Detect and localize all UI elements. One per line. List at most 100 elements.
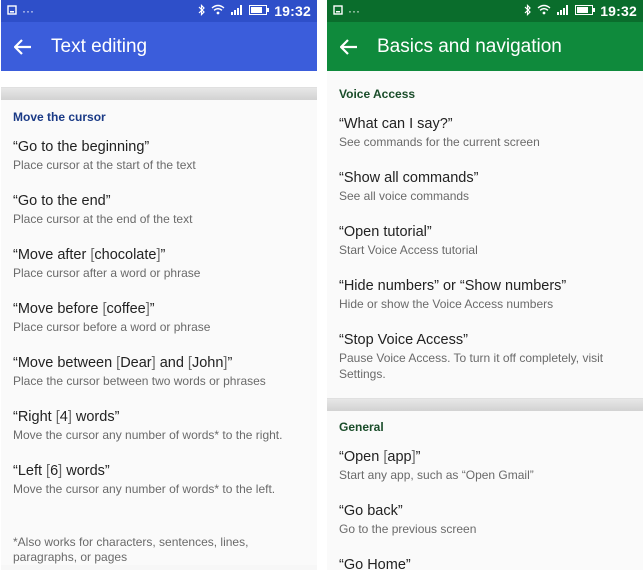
command-text: “Left [6] words” [13,462,305,480]
page-title: Basics and navigation [377,35,562,57]
command-description: Place cursor before a word or phrase [13,320,211,334]
notification-icon [333,4,343,18]
text-part: ” [149,301,155,317]
command-text: “Move between [Dear] and [John]” [13,354,305,372]
screenshot-frame: ··· 19:32 Text editing Move the cursor “… [0,0,644,571]
signal-icon [230,4,244,18]
page-title: Text editing [51,35,148,57]
text-part: ” [160,247,166,263]
section-title: General [339,420,384,434]
section-voice-access: Voice Access “What can I say?” See comma… [327,71,643,398]
bluetooth-icon [198,3,206,19]
list-item[interactable]: “Open tutorial” Start Voice Access tutor… [327,223,643,258]
command-text: “What can I say?” [339,116,453,132]
text-part: words” [71,409,120,425]
section-title: Move the cursor [13,110,106,124]
arrow-back-icon [14,38,31,55]
command-description: Place cursor at the start of the text [13,158,196,172]
wifi-icon [211,4,225,18]
list-item[interactable]: “Right [4] words” Move the cursor any nu… [1,408,317,443]
placeholder-word: 4 [59,409,68,425]
section-divider [1,87,317,100]
command-text: “Go Home” [339,557,411,570]
command-description: Pause Voice Access. To turn it off compl… [339,351,604,381]
right-phone-screen: ··· 19:32 Basics and navigation Voice Ac… [327,0,643,570]
back-button[interactable] [1,38,45,55]
command-text: “Move after [chocolate]” [13,246,305,264]
command-text: “Move before [coffee]” [13,300,305,318]
command-text: “Hide numbers” or “Show numbers” [339,278,567,294]
text-part: “Open [339,449,384,465]
command-description: Go to the previous screen [339,522,477,536]
text-part: words” [62,463,110,479]
placeholder-word: 6 [50,463,59,479]
battery-icon [575,4,596,18]
command-description: Hide or show the Voice Access numbers [339,297,554,311]
command-description: Move the cursor any number of words* to … [13,428,283,442]
command-description: See commands for the current screen [339,135,540,149]
list-item[interactable]: “Move between [Dear] and [John]” Place t… [1,354,317,389]
command-description: Place cursor after a word or phrase [13,266,201,280]
command-text: “Stop Voice Access” [339,332,468,348]
list-item[interactable]: “Go to the beginning” Place cursor at th… [1,138,317,173]
bluetooth-icon [524,3,532,19]
text-part: “Right [13,409,56,425]
section-title: Voice Access [339,87,416,101]
command-text: “Go to the end” [13,193,111,209]
text-part: “Left [13,463,47,479]
section-move-cursor: Move the cursor “Go to the beginning” Pl… [1,100,317,565]
command-text: “Go back” [339,503,403,519]
status-bar: ··· 19:32 [327,0,643,22]
text-part: “Move after [13,247,91,263]
command-description: Start any app, such as “Open Gmail” [339,468,534,482]
command-text: “Show all commands” [339,170,479,186]
list-item[interactable]: “Go to the end” Place cursor at the end … [1,192,317,227]
list-item[interactable]: “Show all commands” See all voice comman… [327,169,643,204]
command-text: “Open [app]” [339,448,631,466]
list-item[interactable]: “Hide numbers” or “Show numbers” Hide or… [327,277,643,312]
command-description: See all voice commands [339,189,470,203]
status-time: 19:32 [600,3,637,19]
section-divider [327,398,643,411]
wifi-icon [537,4,551,18]
arrow-back-icon [340,38,357,55]
battery-icon [249,4,270,18]
text-part: “Move between [13,355,117,371]
placeholder-word: coffee [106,301,146,317]
list-item[interactable]: “Move after [chocolate]” Place cursor af… [1,246,317,281]
command-description: Move the cursor any number of words* to … [13,482,276,496]
command-text: “Go to the beginning” [13,139,150,155]
command-text: “Right [4] words” [13,408,305,426]
text-part: “Move before [13,301,103,317]
list-item[interactable]: “Go back” Go to the previous screen [327,502,643,537]
status-time: 19:32 [274,3,311,19]
command-description: Place the cursor between two words or ph… [13,374,266,388]
placeholder-word: chocolate [94,247,157,263]
section-general: General “Open [app]” Start any app, such… [327,411,643,570]
placeholder-word: app [387,449,412,465]
app-bar: Text editing [1,22,317,71]
list-item[interactable]: “Move before [coffee]” Place cursor befo… [1,300,317,335]
content-area: Voice Access “What can I say?” See comma… [327,71,643,570]
text-part: and [155,355,188,371]
notification-icon [7,4,17,18]
list-item[interactable]: “What can I say?” See commands for the c… [327,115,643,150]
notification-dots: ··· [22,4,34,18]
placeholder-word: John [191,355,224,371]
list-item[interactable]: “Stop Voice Access” Pause Voice Access. … [327,331,643,398]
text-part: ” [227,355,233,371]
list-item[interactable]: “Left [6] words” Move the cursor any num… [1,462,317,497]
app-bar: Basics and navigation [327,22,643,71]
left-phone-screen: ··· 19:32 Text editing Move the cursor “… [1,0,317,570]
text-part: ” [415,449,421,465]
content-area: Move the cursor “Go to the beginning” Pl… [1,71,317,570]
status-bar: ··· 19:32 [1,0,317,22]
command-text: “Open tutorial” [339,224,432,240]
command-description: Place cursor at the end of the text [13,212,193,226]
list-item[interactable]: “Go Home” [327,556,643,570]
command-description: Start Voice Access tutorial [339,243,478,257]
notification-dots: ··· [348,4,360,18]
footnote: *Also works for characters, sentences, l… [13,535,249,564]
list-item[interactable]: “Open [app]” Start any app, such as “Ope… [327,448,643,483]
back-button[interactable] [327,38,371,55]
